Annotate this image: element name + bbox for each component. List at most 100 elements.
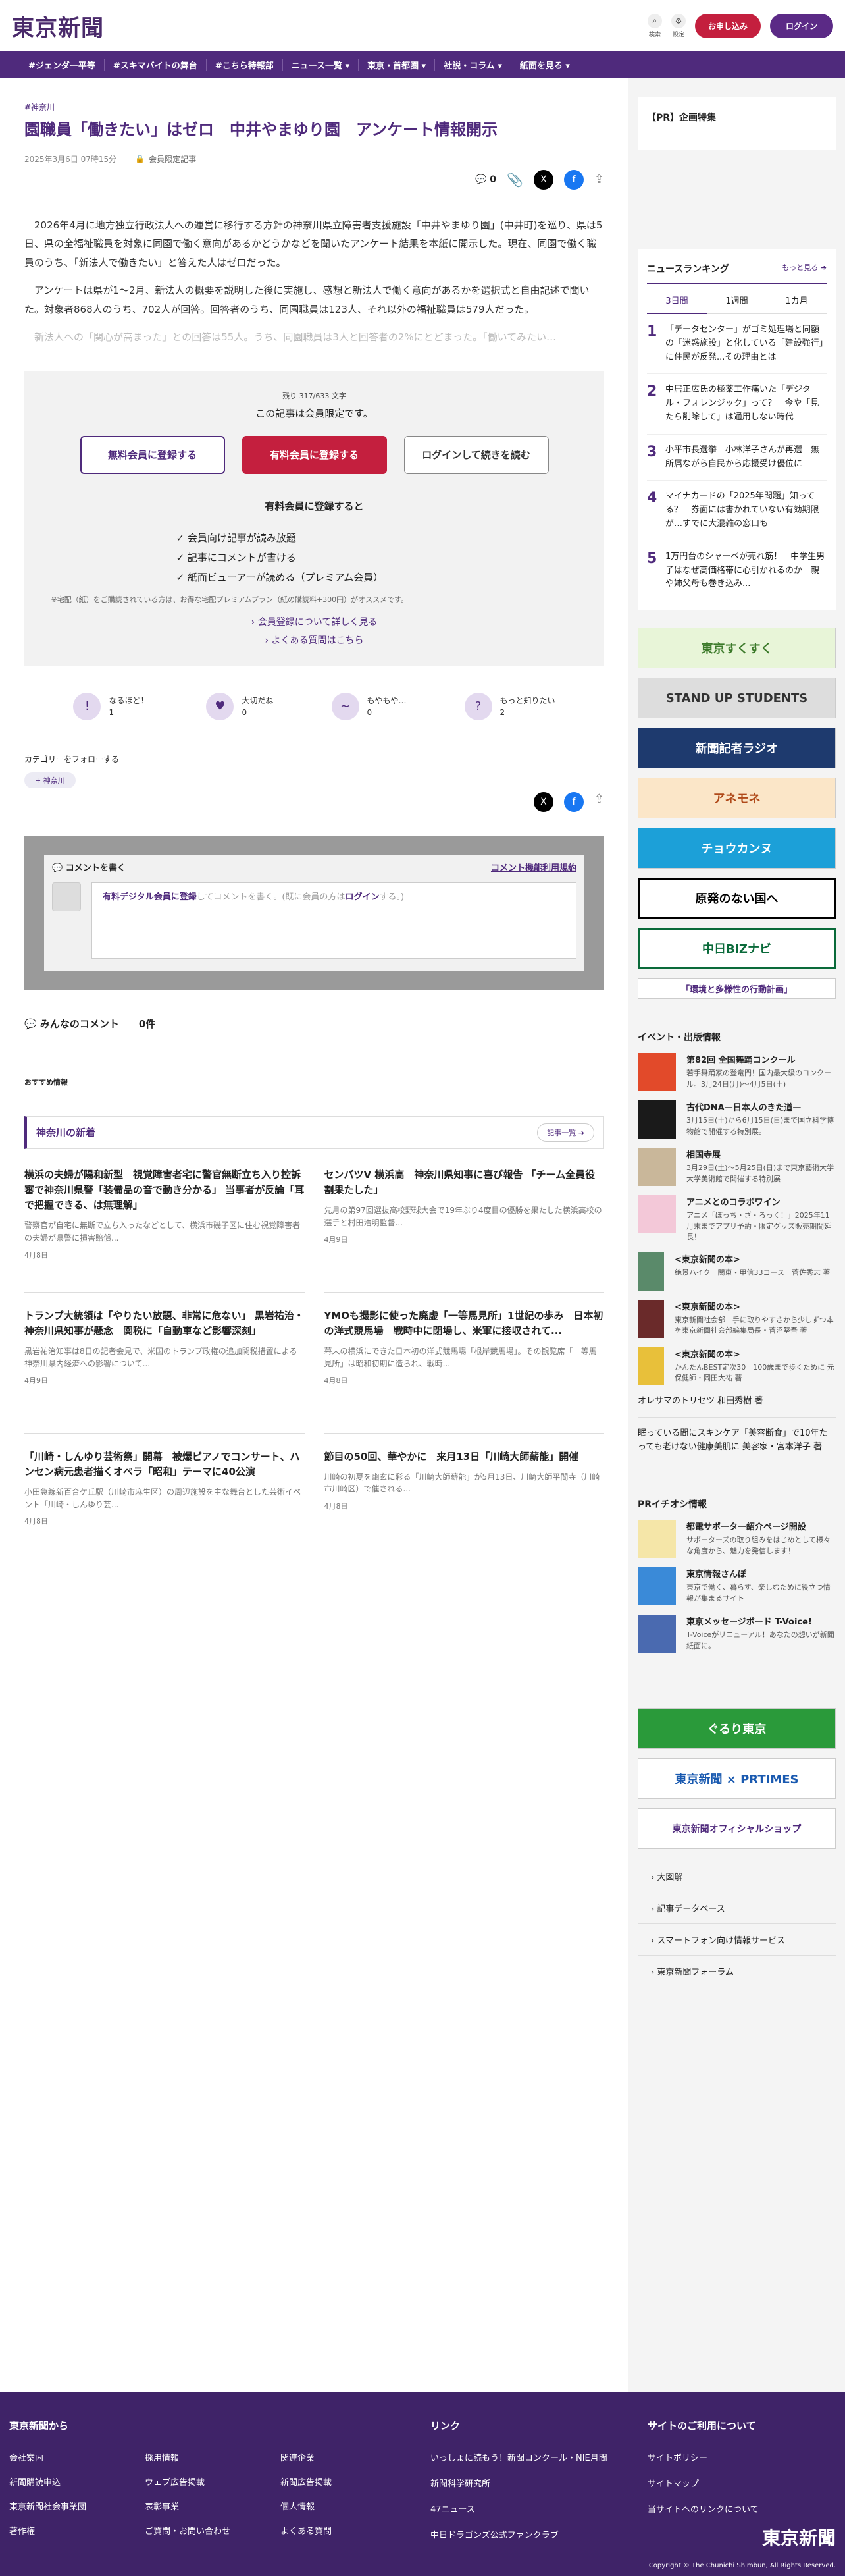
reaction-button[interactable]: ∼ もやもや… 0 <box>331 692 407 720</box>
heart-icon: ♥ <box>206 692 234 720</box>
comment-input[interactable]: 有料デジタル会員に登録してコメントを書く。(既に会員の方はログインする。) <box>91 882 576 959</box>
book-link[interactable]: 眠っている間にスキンケア「美容断食」で10年たっても老けない健康美肌に 美容家・… <box>638 1418 836 1465</box>
article-list-button[interactable]: 記事一覧 ➔ <box>537 1123 594 1142</box>
footer-link[interactable]: 著作権 <box>9 2524 145 2536</box>
ranking-item[interactable]: 4 マイナカードの「2025年問題」知ってる？ 券面には書かれていない有効期限が…… <box>647 481 827 541</box>
banner[interactable]: 「環境と多様性の行動計画」 <box>638 978 836 1000</box>
event-item[interactable]: アニメとのコラボワイン アニメ「ぼっち・ざ・ろっく！」2025年11月末までアプリ… <box>638 1195 836 1243</box>
event-item[interactable]: <東京新聞の本> 絶景ハイク 関東・甲信33コース 菅佐秀志 著 <box>638 1252 836 1291</box>
site-link[interactable]: › 大図解 <box>638 1861 836 1893</box>
footer-logo[interactable]: 東京新聞 <box>762 2524 836 2550</box>
banner[interactable]: 東京新聞 × PRTIMES <box>638 1758 836 1800</box>
footer-link[interactable]: ウェブ広告掲載 <box>145 2475 280 2488</box>
banner[interactable]: アネモネ <box>638 778 836 819</box>
footer-link[interactable]: 採用情報 <box>145 2451 280 2463</box>
signup-button[interactable]: お申し込み <box>694 13 761 38</box>
banner[interactable]: 東京すくすく <box>638 628 836 669</box>
nav-item[interactable]: #スキマバイトの舞台 <box>105 58 207 71</box>
article-card[interactable]: 横浜の夫婦が陽和新型 視覚障害者宅に警官無断立ち入り控訴審で神奈川県警「装備品の… <box>24 1167 305 1293</box>
paid-register-button[interactable]: 有料会員に登録する <box>242 435 387 474</box>
login-continue-button[interactable]: ログインして続きを読む <box>403 435 549 474</box>
login-button[interactable]: ログイン <box>769 13 833 38</box>
avatar <box>52 882 81 911</box>
article-card[interactable]: センバツV 横浜高 神奈川県知事に喜び報告 「チーム全員役割果たした」 先月の第9… <box>324 1167 604 1293</box>
faq-link[interactable]: › よくある質問はこちら <box>24 633 604 647</box>
footer-link[interactable]: 東京新聞社会事業団 <box>9 2500 145 2512</box>
banner[interactable]: 東京新聞オフィシャルショップ <box>638 1808 836 1850</box>
x-share-icon[interactable]: X <box>533 169 553 190</box>
footer-link[interactable]: 新聞広告掲載 <box>280 2475 416 2488</box>
tab-3days[interactable]: 3日間 <box>647 287 707 314</box>
search-button[interactable]: ⌕ 検索 <box>647 13 662 38</box>
ranking-item[interactable]: 2 中居正広氏の極薬工作痛いた「デジタル・フォレンジック」って？ 今や「見たら削除… <box>647 374 827 435</box>
banner[interactable]: ぐるり東京 <box>638 1708 836 1750</box>
tab-1week[interactable]: 1週間 <box>707 287 767 314</box>
x-share-icon[interactable]: X <box>533 792 553 812</box>
site-link[interactable]: › 記事データベース <box>638 1892 836 1925</box>
site-link[interactable]: › スマートフォン向け情報サービス <box>638 1924 836 1956</box>
settings-button[interactable]: ⚙ 設定 <box>671 13 686 38</box>
banner[interactable]: 中日BiZナビ <box>638 928 836 969</box>
footer-link[interactable]: よくある質問 <box>280 2524 416 2536</box>
follow-chip[interactable]: + 神奈川 <box>24 772 76 788</box>
nav-item[interactable]: 紙面を見る ▾ <box>511 59 578 71</box>
pr-item[interactable]: 都電サポーター紹介ページ開設 サポーターズの取り組みをはじめとして様々な角度から、… <box>638 1520 836 1559</box>
footer-link[interactable]: 新聞科学研究所 <box>430 2477 648 2489</box>
footer-link[interactable]: 中日ドラゴンズ公式ファンクラブ <box>430 2528 648 2540</box>
event-item[interactable]: <東京新聞の本> 東京新聞社会部 手に取りやすさから少しずつ本を東京新聞社会部編集… <box>638 1299 836 1338</box>
reaction-button[interactable]: ? もっと知りたい 2 <box>464 692 555 720</box>
paywall: 残り 317/633 文字 この記事は会員限定です。 無料会員に登録する 有料会… <box>24 370 604 666</box>
article-card[interactable]: 節目の50回、華やかに 来月13日「川崎大師薪能」開催 川崎の初夏を幽玄に彩る「川… <box>324 1449 604 1574</box>
footer-link[interactable]: サイトポリシー <box>648 2451 759 2463</box>
ranking-item[interactable]: 1 「データセンター」がゴミ処理場と同額の「迷惑施設」と化している「建設強行」に住… <box>647 314 827 375</box>
ranking-item[interactable]: 3 小平市長選挙 小林洋子さんが再選 無所属ながら自民から応援受け優位に <box>647 435 827 481</box>
book-link[interactable]: オレサマのトリセツ 和田秀樹 著 <box>638 1385 836 1418</box>
site-link[interactable]: › 東京新聞フォーラム <box>638 1956 836 1988</box>
pr-item[interactable]: 東京メッセージボード T-Voice! T-Voiceがリニューアル！あなたの想い… <box>638 1615 836 1653</box>
share-icon[interactable]: ⇪ <box>594 173 604 186</box>
event-item[interactable]: <東京新聞の本> かんたんBEST定次30 100歳まで歩くために 元保健師・岡田… <box>638 1347 836 1385</box>
ranking-item[interactable]: 5 1万円台のシャーベが売れ筋！ 中学生男子はなぜ高価格帯に心引かれるのか 親や姉… <box>647 541 827 602</box>
nav-item[interactable]: 東京・首都圏 ▾ <box>359 58 436 71</box>
event-item[interactable]: 古代DNA—日本人のきた道— 3月15日(土)から6月15日(日)まで国立科学博物… <box>638 1100 836 1139</box>
footer-link[interactable]: 関連企業 <box>280 2451 416 2463</box>
pr-feature[interactable]: 【PR】企画特集 <box>638 97 836 150</box>
banner[interactable]: STAND UP STUDENTS <box>638 678 836 719</box>
free-register-button[interactable]: 無料会員に登録する <box>80 435 225 474</box>
ranking-more-link[interactable]: もっと見る ➔ <box>782 262 827 275</box>
membership-info-link[interactable]: › 会員登録について詳しく見る <box>24 615 604 628</box>
banner[interactable]: 原発のない国へ <box>638 878 836 919</box>
banner[interactable]: チョウカンヌ <box>638 828 836 869</box>
nav-item[interactable]: #こちら特報部 <box>207 58 283 71</box>
footer-link[interactable]: 表彰事業 <box>145 2500 280 2512</box>
footer-link[interactable]: 個人情報 <box>280 2500 416 2512</box>
facebook-share-icon[interactable]: f <box>563 169 584 190</box>
footer-link[interactable]: 会社案内 <box>9 2451 145 2463</box>
footer-link[interactable]: 47ニュース <box>430 2502 648 2515</box>
nav-item[interactable]: ニュース一覧 ▾ <box>283 58 359 71</box>
banner[interactable]: 新聞記者ラジオ <box>638 728 836 769</box>
nav-item[interactable]: 社説・コラム ▾ <box>435 58 511 71</box>
article-card[interactable]: 「川崎・しんゆり芸術祭」開幕 被爆ピアノでコンサート、ハンセン病元患者描くオペラ… <box>24 1449 305 1574</box>
article-tag[interactable]: #神奈川 <box>24 101 55 113</box>
clip-icon[interactable]: 📎 <box>507 172 523 188</box>
footer-link[interactable]: 新聞購読申込 <box>9 2475 145 2488</box>
reaction-button[interactable]: ! なるほど！ 1 <box>73 692 148 720</box>
pr-item[interactable]: 東京情報さんぽ 東京で働く、暮らす、楽しむために役立つ情報が集まるサイト <box>638 1567 836 1606</box>
event-item[interactable]: 相国寺展 3月29日(土)～5月25日(日)まで東京藝術大学大学美術館で開催する特… <box>638 1148 836 1187</box>
share-icon[interactable]: ⇪ <box>594 792 604 812</box>
facebook-share-icon[interactable]: f <box>563 792 584 812</box>
site-logo[interactable]: 東京新聞 <box>12 10 104 42</box>
footer-link[interactable]: ご質問・お問い合わせ <box>145 2524 280 2536</box>
comment-count[interactable]: 💬 0 <box>475 174 496 185</box>
event-item[interactable]: 第82回 全国舞踊コンクール 若手舞踊家の登竜門！国内最大級のコンクール。3月24… <box>638 1053 836 1092</box>
tab-1month[interactable]: 1カ月 <box>767 287 827 314</box>
reaction-button[interactable]: ♥ 大切だね 0 <box>206 692 274 720</box>
article-card[interactable]: YMOも撮影に使った廃虚「一等馬見所」1世紀の歩み 日本初の洋式競馬場 戦時中に… <box>324 1308 604 1434</box>
footer-link[interactable]: サイトマップ <box>648 2477 759 2489</box>
comment-policy-link[interactable]: コメント機能利用規約 <box>491 861 576 873</box>
footer-link[interactable]: いっしょに読もう！新聞コンクール・NIE月間 <box>430 2451 648 2463</box>
article-card[interactable]: トランプ大統領は「やりたい放題、非常に危ない」 黒岩祐治・神奈川県知事が懸念 関… <box>24 1308 305 1434</box>
nav-item[interactable]: #ジェンダー平等 <box>20 58 105 71</box>
footer-link[interactable]: 当サイトへのリンクについて <box>648 2502 759 2515</box>
